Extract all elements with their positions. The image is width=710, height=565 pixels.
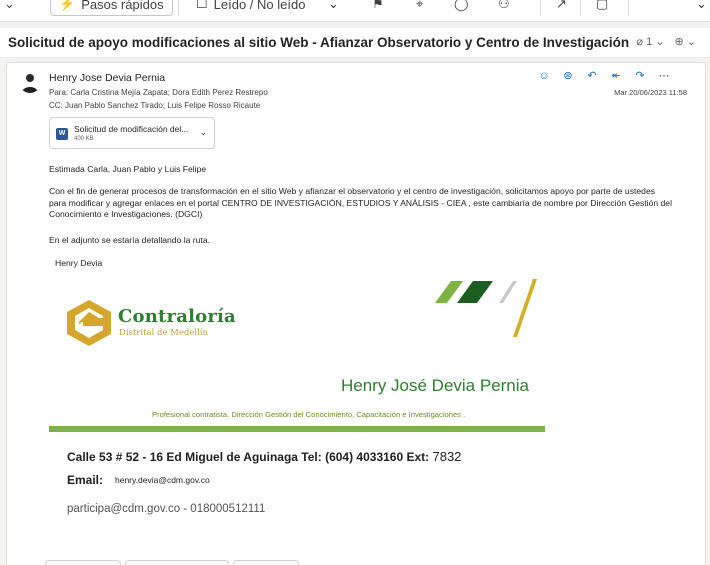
reply-button[interactable]	[45, 560, 121, 565]
forward-icon[interactable]: ↷	[633, 69, 647, 82]
to-recipients: Para: Carla Cristina Mejía Zapata; Dora …	[49, 88, 268, 97]
undo-icon[interactable]: ↗	[556, 0, 567, 16]
snooze-icon[interactable]: ◯	[454, 0, 469, 16]
body-paragraph: En el adjunto se estaría detallando la r…	[49, 235, 211, 245]
word-icon: W	[56, 128, 68, 140]
chevron-down-icon: ⌄	[686, 36, 696, 48]
chevron-down-icon[interactable]: ⌄	[328, 0, 339, 16]
attachment-name: Solicitud de modificación del...	[74, 124, 189, 134]
logo-mark-icon	[67, 300, 111, 346]
logo-title: Contraloría	[118, 306, 236, 327]
signature-email-label: Email:	[67, 473, 104, 487]
signature-name: Henry José Devia Pernia	[340, 376, 529, 395]
zoom-icon: ⊕	[674, 36, 684, 48]
signature-divider	[49, 426, 545, 432]
emoji-icon[interactable]: ☺	[537, 70, 551, 82]
message-actions: ☺ ⊛ ↶ ↞ ↷ ⋯	[537, 69, 671, 83]
message-date: Mar 20/06/2023 11:58	[614, 88, 687, 97]
attachment-card[interactable]: W Solicitud de modificación del... 400 K…	[49, 117, 215, 149]
chevron-down-icon[interactable]: ⌄	[199, 127, 207, 138]
chevron-down-icon: ⌄	[655, 36, 665, 48]
read-unread-button[interactable]: ☐ Leído / No leído	[196, 0, 305, 16]
signature-role: Profesional contratista. Dirección Gesti…	[152, 410, 466, 419]
reply-all-icon[interactable]: ↞	[609, 69, 623, 82]
reply-icon[interactable]: ↶	[585, 69, 599, 82]
lightning-icon: ⚡	[59, 0, 76, 11]
subject-actions: ⌀ 1 ⌄ ⊕ ⌄	[636, 35, 696, 48]
subject-bar: Solicitud de apoyo modificaciones al sit…	[0, 28, 710, 58]
chevron-down-icon[interactable]: ⌄	[4, 0, 15, 16]
logo-subtitle: Distrital de Medellín	[119, 328, 209, 338]
assign-icon[interactable]: ⚇	[498, 0, 510, 16]
message-subject: Solicitud de apoyo modificaciones al sit…	[8, 35, 630, 50]
reply-buttons-row	[45, 560, 299, 565]
signature-email[interactable]: henry.devia@cdm.gov.co	[115, 475, 210, 485]
apps-icon[interactable]: ▢	[596, 0, 608, 16]
attachment-size: 400 KB	[74, 136, 94, 142]
sensitivity-icon[interactable]: ⊛	[561, 69, 575, 82]
envelope-icon: ☐	[196, 0, 208, 11]
pin-icon[interactable]: ⌖	[416, 0, 423, 16]
sender-name[interactable]: Henry Jose Devia Pernia	[49, 72, 165, 84]
avatar[interactable]	[19, 71, 41, 93]
chevron-icon[interactable]: ⌄	[696, 0, 707, 16]
zoom-button[interactable]: ⊕ ⌄	[675, 35, 697, 48]
forward-button[interactable]	[233, 560, 299, 565]
decorative-stripes	[435, 279, 537, 337]
body-paragraph: Con el fin de generar procesos de transf…	[49, 186, 672, 219]
contraloria-logo: Contraloría Distrital de Medellín	[63, 298, 236, 348]
paperclip-icon: ⌀	[636, 36, 644, 48]
signature-contact: participa@cdm.gov.co - 018000512111	[67, 503, 266, 515]
more-options-icon[interactable]: ⋯	[657, 69, 671, 82]
message-card: Henry Jose Devia Pernia Para: Carla Cris…	[6, 62, 706, 565]
cc-recipients: CC: Juan Pablo Sanchez Tirado; Luis Feli…	[49, 101, 261, 110]
signature-address: Calle 53 # 52 - 16 Ed Miguel de Aguinaga…	[67, 449, 462, 464]
quick-steps-button[interactable]: ⚡ Pasos rápidos	[50, 0, 173, 16]
flag-icon[interactable]: ⚑	[372, 0, 384, 16]
command-toolbar: ⌄ ⚡ Pasos rápidos ☐ Leído / No leído ⌄ ⚑…	[0, 0, 710, 22]
attachment-count[interactable]: ⌀ 1 ⌄	[636, 35, 664, 48]
body-greeting: Estimada Carla, Juan Pablo y Luis Felipe	[49, 164, 207, 174]
reply-all-button[interactable]	[125, 560, 229, 565]
body-signoff: Henry Devia	[55, 258, 103, 268]
